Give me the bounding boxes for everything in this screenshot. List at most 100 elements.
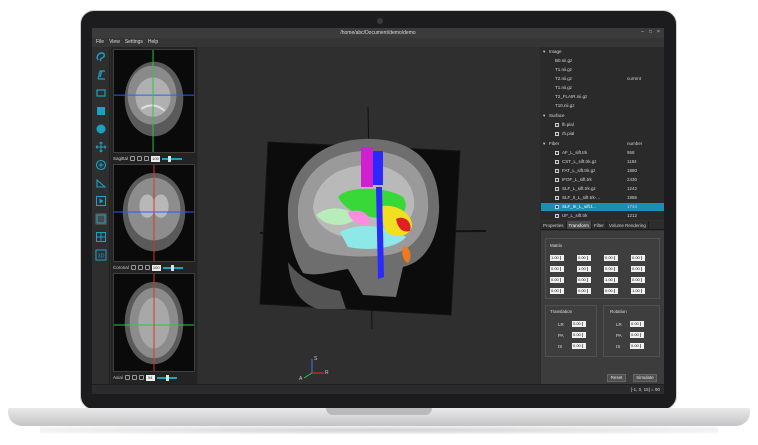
translation-field[interactable]: 0.00 <box>572 332 586 338</box>
visibility-icon[interactable] <box>124 375 130 380</box>
matrix-field[interactable]: 0.00 <box>604 288 618 294</box>
matrix-field[interactable]: 0.00 <box>604 255 618 261</box>
matrix-field[interactable]: 0.00 <box>604 266 618 272</box>
tree-item[interactable]: T1.nii.gz <box>541 84 664 92</box>
tab-properties[interactable]: Properties <box>541 221 567 229</box>
matrix-field[interactable]: 0.00 <box>550 266 564 272</box>
tree-item[interactable]: B0.nii.gz <box>541 57 664 65</box>
tree-header-image[interactable]: ▾ Image <box>541 48 664 56</box>
translation-field[interactable]: 0.00 <box>572 343 586 349</box>
menu-settings[interactable]: Settings <box>125 38 143 47</box>
tree-item[interactable]: UF_L_sift.trk 1212 <box>541 212 664 220</box>
checkbox[interactable] <box>555 123 559 127</box>
sagittal-controls: Sagittal 100 <box>111 154 197 163</box>
checkbox[interactable] <box>555 214 559 218</box>
tree-item[interactable]: rh.pial <box>541 130 664 138</box>
move-icon[interactable] <box>95 141 107 153</box>
window-title: /home/abc/Document/demo/demo <box>340 30 416 36</box>
rotation-field[interactable]: 0.00 <box>630 332 644 338</box>
menu-file[interactable]: File <box>96 38 104 47</box>
3d-view[interactable]: S R A <box>198 47 540 384</box>
translation-field[interactable]: 0.00 <box>572 321 586 327</box>
freehand-icon[interactable] <box>95 69 107 81</box>
reset-icon[interactable] <box>144 265 150 270</box>
tree-item[interactable]: T10.nii.gz <box>541 102 664 110</box>
menu-view[interactable]: View <box>109 38 120 47</box>
play-icon[interactable] <box>95 195 107 207</box>
tree-item[interactable]: CST_L_sift.trk.gz 1184 <box>541 158 664 166</box>
tree-item[interactable]: lh.pial <box>541 121 664 129</box>
axial-value[interactable]: 94 <box>145 374 155 381</box>
rotation-field[interactable]: 0.00 <box>630 343 644 349</box>
reset-icon[interactable] <box>144 156 150 161</box>
tree-item-selected[interactable]: SLF_III_L_sift.t... 1744 <box>541 203 664 211</box>
matrix-field[interactable]: 0.00 <box>577 277 591 283</box>
matrix-field[interactable]: 0.00 <box>550 277 564 283</box>
matrix-field[interactable]: 1.00 <box>631 288 645 294</box>
visibility-icon[interactable] <box>130 156 136 161</box>
matrix-field[interactable]: 0.00 <box>577 288 591 294</box>
reset-button[interactable]: Reset <box>607 374 626 382</box>
tree-item[interactable]: AF_L_sift.trk 958 <box>541 149 664 157</box>
tree-item[interactable]: T2.nii.gz current <box>541 75 664 83</box>
maximize-icon[interactable]: □ <box>648 30 653 35</box>
tab-volume-rendering[interactable]: Volume Rendering <box>607 221 649 229</box>
sagittal-view[interactable] <box>113 49 195 153</box>
tree-item[interactable]: FAT_L_sift.trk.gz 1880 <box>541 167 664 175</box>
tab-transform[interactable]: Transform <box>566 221 592 229</box>
matrix-field[interactable]: 0.00 <box>550 288 564 294</box>
tree-item-label: UF_L_sift.trk <box>562 213 588 218</box>
minimize-icon[interactable]: – <box>640 30 645 35</box>
rectangle-outline-icon[interactable] <box>95 87 107 99</box>
tree-item[interactable]: IFOF_L_sift.trk 2430 <box>541 176 664 184</box>
lasso-icon[interactable] <box>95 51 107 63</box>
matrix-field[interactable]: 1.00 <box>604 277 618 283</box>
tree-item-label: SLF_III_L_sift.t... <box>562 204 597 209</box>
simulate-button[interactable]: Simulate <box>633 374 657 382</box>
tree-item[interactable]: T2_FLAIR.nii.gz <box>541 93 664 101</box>
checkbox[interactable] <box>555 178 559 182</box>
grid-quad-icon[interactable] <box>95 231 107 243</box>
tree-header-surface[interactable]: ▾ Surface <box>541 112 664 120</box>
axial-slider[interactable] <box>156 374 177 381</box>
rotation-field[interactable]: 0.00 <box>630 321 644 327</box>
checkbox[interactable] <box>555 151 559 155</box>
tree-item[interactable]: SLF_II_L_sift.trk-... 1986 <box>541 194 664 202</box>
axial-view[interactable] <box>113 273 195 372</box>
checkbox[interactable] <box>555 205 559 209</box>
grid-single-icon[interactable] <box>95 213 107 225</box>
lock-icon[interactable] <box>137 156 143 161</box>
sagittal-slider[interactable] <box>162 155 183 162</box>
rotation-group: Rotation LR 0.00 PA 0.00 IS 0.00 <box>603 305 660 357</box>
reset-icon[interactable] <box>138 375 144 380</box>
coronal-view[interactable] <box>113 164 195 262</box>
matrix-field[interactable]: 0.00 <box>631 255 645 261</box>
checkbox[interactable] <box>555 160 559 164</box>
coronal-slider[interactable] <box>162 264 183 271</box>
lock-icon[interactable] <box>137 265 143 270</box>
checkbox[interactable] <box>555 132 559 136</box>
matrix-field[interactable]: 1.00 <box>577 266 591 272</box>
tree-item[interactable]: SLF_L_sift.trk.gz 1242 <box>541 185 664 193</box>
rectangle-filled-icon[interactable] <box>95 105 107 117</box>
checkbox[interactable] <box>555 196 559 200</box>
angle-icon[interactable] <box>95 177 107 189</box>
menu-help[interactable]: Help <box>148 38 158 47</box>
matrix-field[interactable]: 1.00 <box>550 255 564 261</box>
sagittal-value[interactable]: 100 <box>151 155 161 162</box>
checkbox[interactable] <box>555 187 559 191</box>
3d-icon[interactable]: 3D <box>95 249 107 261</box>
matrix-field[interactable]: 0.00 <box>577 255 591 261</box>
matrix-field[interactable]: 0.00 <box>631 266 645 272</box>
checkbox[interactable] <box>555 169 559 173</box>
tab-filter[interactable]: Filter <box>592 221 607 229</box>
coronal-value[interactable]: 100 <box>151 264 161 271</box>
lock-icon[interactable] <box>131 375 137 380</box>
visibility-icon[interactable] <box>130 265 136 270</box>
matrix-field[interactable]: 0.00 <box>631 277 645 283</box>
add-point-icon[interactable] <box>95 159 107 171</box>
close-icon[interactable]: × <box>656 30 661 35</box>
tree-item[interactable]: T1.nii.gz <box>541 66 664 74</box>
circle-icon[interactable] <box>95 123 107 135</box>
tree-header-fiber[interactable]: ▾ Fiber number <box>541 140 664 148</box>
